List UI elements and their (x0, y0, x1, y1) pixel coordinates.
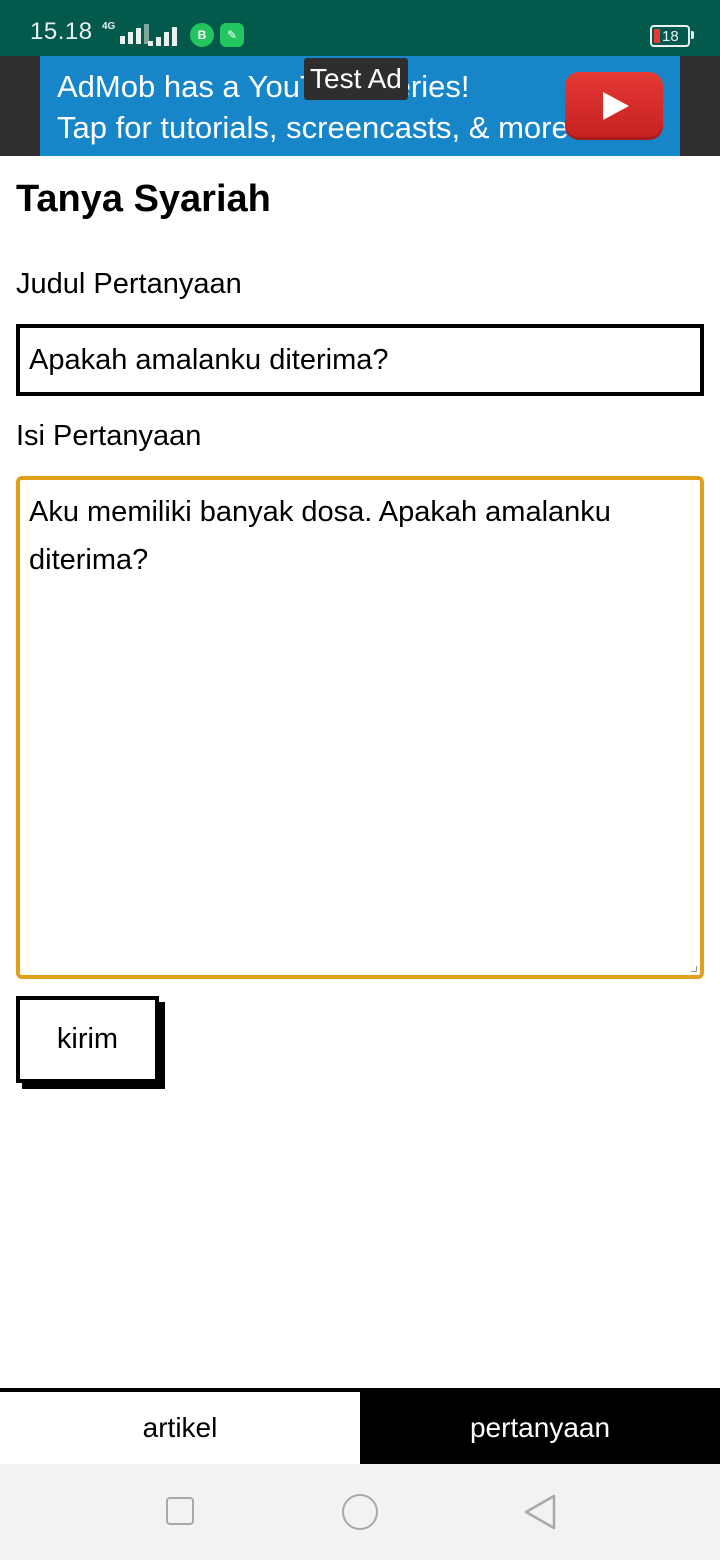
question-title-label: Judul Pertanyaan (16, 268, 242, 300)
resize-handle-icon[interactable] (691, 966, 697, 972)
bottom-nav: artikel pertanyaan (0, 1388, 720, 1464)
signal-icon (148, 24, 177, 46)
home-icon[interactable] (342, 1494, 378, 1530)
submit-button[interactable]: kirim (16, 996, 159, 1083)
network-type-label: 4G (102, 21, 116, 32)
page-title: Tanya Syariah (16, 178, 271, 220)
test-ad-badge: Test Ad (304, 58, 408, 100)
status-time: 15.18 (30, 18, 93, 45)
tab-pertanyaan[interactable]: pertanyaan (360, 1392, 720, 1464)
battery-tip (691, 31, 694, 39)
ad-strip: AdMob has a YouTube series! Tap for tuto… (0, 56, 720, 156)
system-nav-bar (0, 1464, 720, 1560)
back-icon[interactable] (522, 1493, 558, 1531)
question-body-textarea[interactable]: Aku memiliki banyak dosa. Apakah amalank… (16, 476, 704, 979)
recent-apps-icon[interactable] (166, 1497, 194, 1525)
battery-icon: 18 (650, 25, 690, 47)
youtube-play-icon (565, 72, 663, 140)
ad-subline: Tap for tutorials, screencasts, & more. (57, 110, 578, 145)
question-body-label: Isi Pertanyaan (16, 420, 202, 452)
signal-4g-icon: 4G (102, 21, 150, 44)
question-title-input[interactable]: Apakah amalanku diterima? (16, 324, 704, 396)
question-body-text: Aku memiliki banyak dosa. Apakah amalank… (29, 496, 611, 576)
status-bar: 15.18 4G B ✎ 18 (0, 0, 720, 56)
app-notification-icon: ✎ (220, 23, 244, 47)
tab-artikel[interactable]: artikel (0, 1392, 360, 1464)
battery-level: 18 (662, 28, 679, 45)
whatsapp-business-icon: B (190, 23, 214, 47)
